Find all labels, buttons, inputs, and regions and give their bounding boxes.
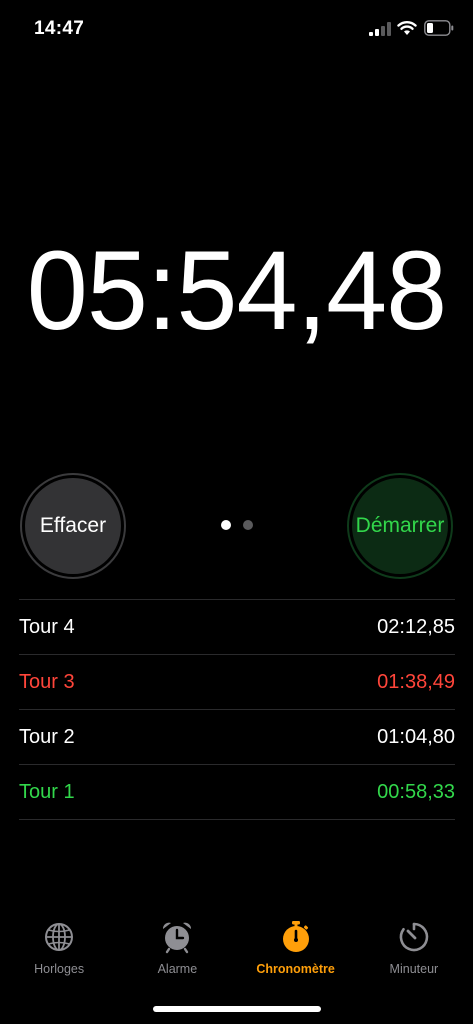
lap-label: Tour 4 [19,615,75,638]
tab-label: Horloges [34,962,85,976]
start-button[interactable]: Démarrer [347,473,453,579]
status-time: 14:47 [34,18,85,39]
tab-label: Alarme [157,962,198,976]
tab-world-clock[interactable]: Horloges [0,920,118,990]
timer-icon [399,922,429,952]
tab-alarm[interactable]: Alarme [118,920,236,990]
lap-label: Tour 2 [19,725,75,748]
tab-label: Minuteur [389,962,439,976]
battery-icon [424,20,454,36]
reset-button-label: Effacer [25,478,121,574]
lap-row: Tour 2 01:04,80 [19,710,455,765]
lap-label: Tour 1 [19,780,75,803]
elapsed-time-display: 05:54,48 [26,228,447,353]
lap-row-slowest: Tour 3 01:38,49 [19,655,455,710]
tab-label: Chronomètre [256,962,335,976]
reset-button[interactable]: Effacer [20,473,126,579]
cellular-signal-icon [369,22,391,36]
home-indicator[interactable] [153,1006,321,1012]
lap-time: 00:58,33 [377,780,455,803]
start-button-label: Démarrer [352,478,448,574]
page-dot-2[interactable] [243,520,253,530]
alarm-clock-icon [163,922,192,954]
lap-list[interactable]: Tour 4 02:12,85 Tour 3 01:38,49 Tour 2 0… [19,599,455,820]
lap-row: Tour 4 02:12,85 [19,600,455,655]
tab-bar: Horloges Alarme Chronomètre Minuteur [0,920,473,990]
page-indicator[interactable] [221,520,253,530]
lap-label: Tour 3 [19,670,75,693]
page-dot-1[interactable] [221,520,231,530]
wifi-icon [397,21,417,35]
lap-time: 01:04,80 [377,725,455,748]
stopwatch-icon [282,921,309,952]
globe-icon [45,923,74,951]
tab-timer[interactable]: Minuteur [355,920,473,990]
tab-stopwatch[interactable]: Chronomètre [237,920,355,990]
status-bar: 14:47 [0,0,473,56]
lap-time: 02:12,85 [377,615,455,638]
lap-time: 01:38,49 [377,670,455,693]
lap-row-fastest: Tour 1 00:58,33 [19,765,455,820]
